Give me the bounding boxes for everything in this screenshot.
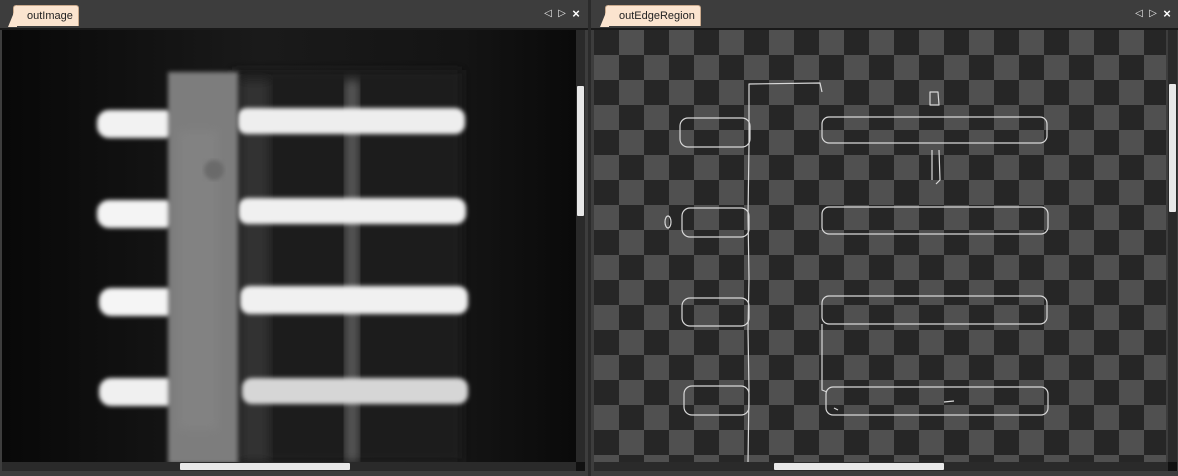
right-region-panel: outEdgeRegion ◁ ▷ × xyxy=(591,0,1178,476)
close-icon[interactable]: × xyxy=(570,7,582,21)
region-contour xyxy=(931,149,941,185)
window-controls: ◁ ▷ × xyxy=(1133,7,1173,21)
prev-tab-icon[interactable]: ◁ xyxy=(1133,7,1145,21)
region-contour xyxy=(681,297,750,327)
close-icon[interactable]: × xyxy=(1161,7,1173,21)
region-contour xyxy=(825,386,1049,416)
left-vertical-scrollbar[interactable] xyxy=(576,30,585,462)
region-contour xyxy=(683,385,750,416)
region-contour xyxy=(821,206,1049,235)
left-scroll-corner xyxy=(576,462,585,471)
region-contour xyxy=(929,91,940,106)
left-horizontal-scroll-thumb[interactable] xyxy=(180,463,350,470)
region-contour xyxy=(821,295,1048,325)
next-tab-icon[interactable]: ▷ xyxy=(556,7,568,21)
left-horizontal-scrollbar[interactable] xyxy=(2,462,576,471)
tab-outedgeregion[interactable]: outEdgeRegion xyxy=(600,5,701,27)
region-contour xyxy=(821,116,1048,144)
next-tab-icon[interactable]: ▷ xyxy=(1147,7,1159,21)
grayscale-image xyxy=(2,30,576,462)
region-contour xyxy=(679,117,751,148)
right-tab-bar: outEdgeRegion ◁ ▷ × xyxy=(591,0,1178,30)
right-vertical-scrollbar[interactable] xyxy=(1168,30,1177,462)
tab-label: outEdgeRegion xyxy=(619,10,695,22)
window-controls: ◁ ▷ × xyxy=(542,7,582,21)
prev-tab-icon[interactable]: ◁ xyxy=(542,7,554,21)
region-contour xyxy=(748,82,823,145)
region-contour xyxy=(664,215,672,229)
region-contour xyxy=(821,324,828,393)
left-vertical-scroll-thumb[interactable] xyxy=(577,86,584,216)
edge-region-overlay xyxy=(664,82,1049,462)
right-vertical-scroll-thumb[interactable] xyxy=(1169,84,1176,212)
right-horizontal-scrollbar[interactable] xyxy=(594,462,1168,471)
region-contour xyxy=(681,207,750,238)
tab-label: outImage xyxy=(27,10,73,22)
left-image-panel: outImage ◁ ▷ × xyxy=(0,0,588,476)
left-tab-bar: outImage ◁ ▷ × xyxy=(0,0,588,30)
right-scroll-corner xyxy=(1168,462,1177,471)
region-viewport[interactable] xyxy=(594,30,1166,462)
region-contour xyxy=(833,400,955,411)
tab-outimage[interactable]: outImage xyxy=(8,5,79,27)
right-horizontal-scroll-thumb[interactable] xyxy=(774,463,944,470)
image-viewport[interactable] xyxy=(2,30,576,462)
